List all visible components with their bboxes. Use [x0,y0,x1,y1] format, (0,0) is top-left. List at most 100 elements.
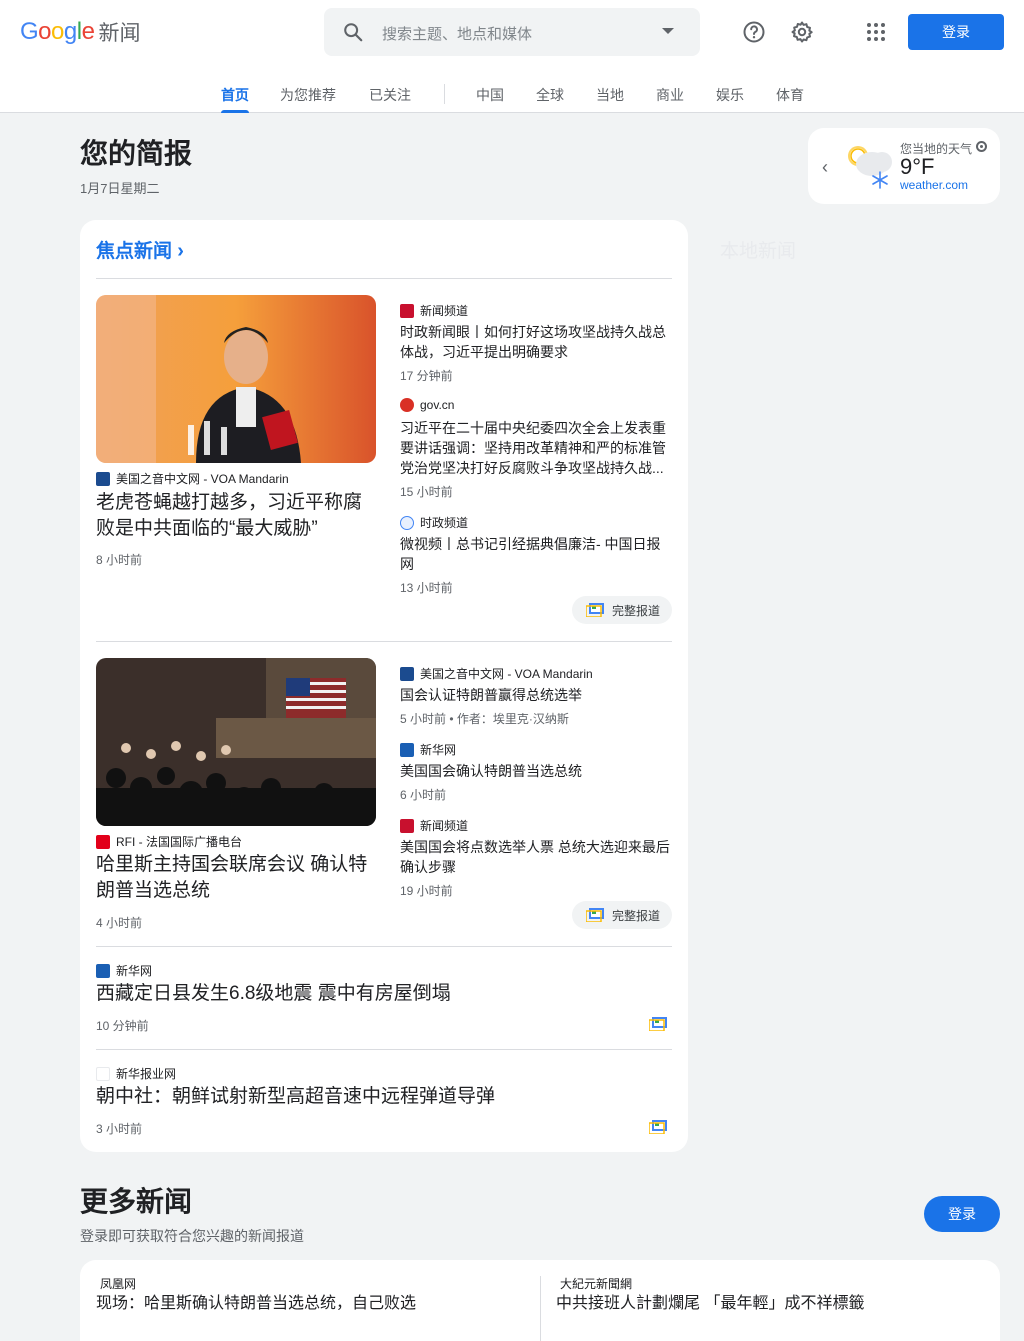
voa-logo-icon [96,471,110,486]
news-channel-logo-icon [400,818,414,833]
story-time: 10 分钟前 [96,1019,149,1033]
related-time: 5 小时前 • 作者：埃里克·汉纳斯 [400,712,569,726]
story-headline[interactable]: 老虎苍蝇越打越多，习近平称腐败是中共面临的“最大威胁” [96,490,380,542]
story-headline[interactable]: 西藏定日县发生6.8级地震 震中有房屋倒塌 [96,981,656,1007]
source-name: 新华网 [116,964,153,978]
story-headline[interactable]: 朝中社：朝鲜试射新型高超音速中远程弹道导弹 [96,1084,656,1110]
source-name: 新闻频道 [420,819,469,833]
chevron-right-icon: › [177,240,184,262]
source-name: 新华网 [420,743,457,757]
more-news-card: 凤凰网 现场：哈里斯确认特朗普当选总统，自己败选 大紀元新聞網 中共接班人計劃爛… [80,1260,1000,1341]
rfi-logo-icon [96,834,110,849]
settings-gear-icon[interactable] [790,20,814,44]
tab-for-you[interactable]: 为您推荐 [280,85,336,113]
tab-business[interactable]: 商业 [656,85,684,113]
xhby-logo-icon [96,1066,110,1081]
full-coverage-label: 完整报道 [612,603,661,618]
help-icon[interactable] [742,20,766,44]
story-source[interactable]: 新华网 [96,962,152,979]
divider [96,1049,672,1050]
related-headline[interactable]: 国会认证特朗普赢得总统选举 [400,685,672,705]
tab-home[interactable]: 首页 [221,85,249,113]
voa-logo-icon [400,666,414,681]
story-headline[interactable]: 现场：哈里斯确认特朗普当选总统，自己败选 [96,1294,526,1314]
related-headline[interactable]: 美国国会将点数选举人票 总统大选迎来最后确认步骤 [400,837,672,877]
related-source[interactable]: 新华网 [400,741,456,758]
weather-widget[interactable]: ‹ 您当地的天气 9°F weather.com [808,128,1000,204]
briefing-date: 1月7日星期二 [80,181,160,196]
related-source[interactable]: 新闻频道 [400,302,468,319]
google-news-logo[interactable]: Google 新闻 [20,18,140,46]
related-time: 17 分钟前 [400,369,453,383]
local-news-title[interactable]: 本地新闻 [720,236,796,263]
xinhua-logo-icon [400,742,414,757]
top-stories-label: 焦点新闻 [96,241,173,262]
weather-source-link[interactable]: weather.com [900,178,968,192]
story-time: 8 小时前 [96,553,143,567]
story-headline[interactable]: 哈里斯主持国会联席会议 确认特朗普当选总统 [96,852,380,904]
source-name: 美国之音中文网 - VOA Mandarin [420,667,593,681]
section-tabs: 首页 为您推荐 已关注 中国 全球 当地 商业 娱乐 体育 [0,80,1024,113]
sign-in-button[interactable]: 登录 [908,14,1004,50]
related-headline[interactable]: 微视频丨总书记引经据典倡廉洁- 中国日报网 [400,534,672,574]
tab-world[interactable]: 全球 [536,85,564,113]
story-time: 4 小时前 [96,916,143,930]
story-source[interactable]: 美国之音中文网 - VOA Mandarin [96,470,289,487]
story-headline[interactable]: 中共接班人計劃爛尾 「最年輕」成不祥標籤 [556,1294,986,1314]
full-coverage-icon [586,603,604,617]
search-input[interactable]: 搜索主题、地点和媒体 [382,23,532,44]
more-news-sign-in-button[interactable]: 登录 [924,1196,1000,1232]
story-image[interactable] [96,295,376,463]
tab-sports[interactable]: 体育 [776,85,804,113]
partly-cloudy-snow-icon [848,146,892,189]
source-name: 凤凰网 [100,1277,137,1291]
story-source[interactable]: 新华报业网 [96,1065,176,1082]
story-source[interactable]: 凤凰网 [100,1275,136,1292]
source-name: gov.cn [420,398,455,412]
top-bar: Google 新闻 搜索主题、地点和媒体 登录 首页 为您推荐 已关注 中国 全… [0,0,1024,113]
search-icon[interactable] [342,21,364,43]
tab-entertainment[interactable]: 娱乐 [716,85,744,113]
more-news-title: 更多新闻 [80,1186,193,1217]
search-box[interactable]: 搜索主题、地点和媒体 [324,8,700,56]
related-source[interactable]: 时政频道 [400,514,468,531]
full-coverage-icon[interactable] [649,1120,667,1134]
news-wordmark: 新闻 [98,21,141,45]
weather-temperature: 9°F [900,154,935,179]
tab-local[interactable]: 当地 [596,85,624,113]
tab-following[interactable]: 已关注 [369,85,411,113]
story-source[interactable]: RFI - 法国国际广播电台 [96,833,242,850]
source-name: 大紀元新聞網 [560,1277,633,1291]
related-time: 19 小时前 [400,884,453,898]
full-coverage-button[interactable]: 完整报道 [572,596,672,624]
divider [96,641,672,642]
tab-divider [444,84,445,104]
related-source[interactable]: 新闻频道 [400,817,468,834]
tab-china[interactable]: 中国 [476,85,504,113]
related-source[interactable]: gov.cn [400,398,454,412]
source-name: 美国之音中文网 - VOA Mandarin [116,472,289,486]
related-headline[interactable]: 习近平在二十届中央纪委四次全会上发表重要讲话强调：坚持用改革精神和严的标准管党治… [400,418,672,478]
related-time: 6 小时前 [400,788,447,802]
location-icon [976,141,987,152]
search-options-caret-icon[interactable] [662,28,674,34]
full-coverage-button[interactable]: 完整报道 [572,901,672,929]
source-name: RFI - 法国国际广播电台 [116,835,242,849]
briefing-title: 您的简报 [80,138,193,169]
full-coverage-icon[interactable] [649,1017,667,1031]
top-stories-card: 焦点新闻 › 美国之音中文网 - VOA Mandarin 老虎苍蝇越打越多，习… [80,220,688,1152]
news-channel-logo-icon [400,303,414,318]
story-time: 3 小时前 [96,1122,143,1136]
full-coverage-label: 完整报道 [612,908,661,923]
related-time: 13 小时前 [400,581,453,595]
related-headline[interactable]: 时政新闻眼丨如何打好这场攻坚战持久战总体战，习近平提出明确要求 [400,322,672,362]
top-stories-heading[interactable]: 焦点新闻 › [96,236,184,263]
story-image[interactable] [96,658,376,826]
chevron-left-icon[interactable]: ‹ [822,157,828,178]
story-source[interactable]: 大紀元新聞網 [560,1275,632,1292]
apps-grid-icon[interactable] [864,20,888,44]
google-wordmark: Google [20,18,95,45]
related-headline[interactable]: 美国国会确认特朗普当选总统 [400,761,672,781]
source-name: 新闻频道 [420,304,469,318]
related-source[interactable]: 美国之音中文网 - VOA Mandarin [400,665,593,682]
